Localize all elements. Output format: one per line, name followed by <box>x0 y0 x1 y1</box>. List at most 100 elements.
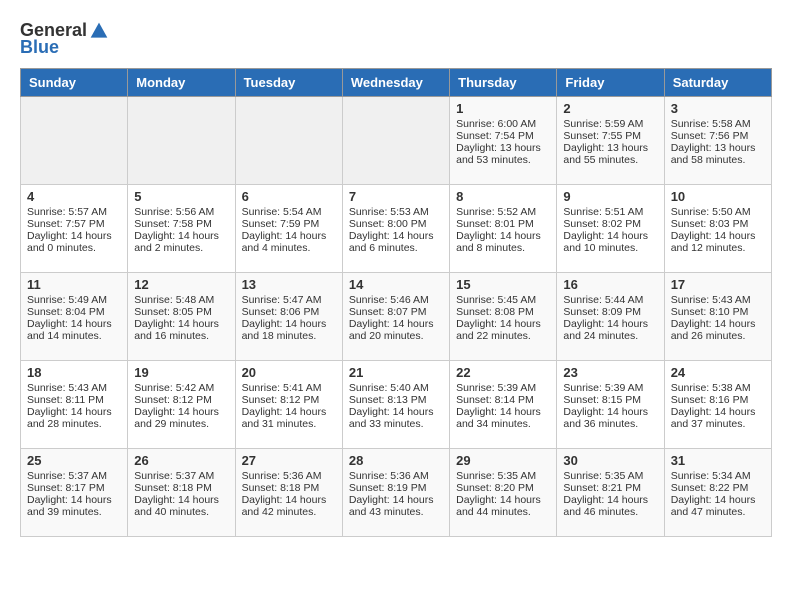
daylight-text: Daylight: 14 hours <box>671 406 765 418</box>
sunrise-text: Sunrise: 5:56 AM <box>134 206 228 218</box>
sunrise-text: Sunrise: 5:35 AM <box>456 470 550 482</box>
sunset-text: Sunset: 8:17 PM <box>27 482 121 494</box>
sunset-text: Sunset: 7:58 PM <box>134 218 228 230</box>
daylight-text: Daylight: 14 hours <box>134 494 228 506</box>
calendar-cell: 4Sunrise: 5:57 AMSunset: 7:57 PMDaylight… <box>21 185 128 273</box>
daylight-text: Daylight: 14 hours <box>671 318 765 330</box>
calendar-cell <box>21 97 128 185</box>
calendar-cell <box>128 97 235 185</box>
day-number: 5 <box>134 189 228 204</box>
sunset-text: Sunset: 7:55 PM <box>563 130 657 142</box>
daylight-text: Daylight: 13 hours <box>671 142 765 154</box>
calendar-cell: 25Sunrise: 5:37 AMSunset: 8:17 PMDayligh… <box>21 449 128 537</box>
sunset-text: Sunset: 8:13 PM <box>349 394 443 406</box>
sunrise-text: Sunrise: 5:39 AM <box>456 382 550 394</box>
calendar-cell: 28Sunrise: 5:36 AMSunset: 8:19 PMDayligh… <box>342 449 449 537</box>
calendar-cell: 26Sunrise: 5:37 AMSunset: 8:18 PMDayligh… <box>128 449 235 537</box>
daylight-minutes-text: and 55 minutes. <box>563 154 657 166</box>
sunrise-text: Sunrise: 5:49 AM <box>27 294 121 306</box>
calendar-cell: 6Sunrise: 5:54 AMSunset: 7:59 PMDaylight… <box>235 185 342 273</box>
week-row-4: 18Sunrise: 5:43 AMSunset: 8:11 PMDayligh… <box>21 361 772 449</box>
daylight-minutes-text: and 47 minutes. <box>671 506 765 518</box>
daylight-minutes-text: and 36 minutes. <box>563 418 657 430</box>
day-number: 1 <box>456 101 550 116</box>
sunrise-text: Sunrise: 6:00 AM <box>456 118 550 130</box>
daylight-minutes-text: and 44 minutes. <box>456 506 550 518</box>
sunset-text: Sunset: 8:19 PM <box>349 482 443 494</box>
sunset-text: Sunset: 8:04 PM <box>27 306 121 318</box>
sunrise-text: Sunrise: 5:40 AM <box>349 382 443 394</box>
sunset-text: Sunset: 7:56 PM <box>671 130 765 142</box>
daylight-minutes-text: and 8 minutes. <box>456 242 550 254</box>
calendar-cell: 17Sunrise: 5:43 AMSunset: 8:10 PMDayligh… <box>664 273 771 361</box>
daylight-text: Daylight: 14 hours <box>456 230 550 242</box>
daylight-minutes-text: and 58 minutes. <box>671 154 765 166</box>
sunrise-text: Sunrise: 5:52 AM <box>456 206 550 218</box>
sunset-text: Sunset: 8:16 PM <box>671 394 765 406</box>
daylight-minutes-text: and 43 minutes. <box>349 506 443 518</box>
calendar-body: 1Sunrise: 6:00 AMSunset: 7:54 PMDaylight… <box>21 97 772 537</box>
sunrise-text: Sunrise: 5:51 AM <box>563 206 657 218</box>
daylight-minutes-text: and 18 minutes. <box>242 330 336 342</box>
sunrise-text: Sunrise: 5:43 AM <box>671 294 765 306</box>
day-header-saturday: Saturday <box>664 69 771 97</box>
sunrise-text: Sunrise: 5:54 AM <box>242 206 336 218</box>
daylight-minutes-text: and 31 minutes. <box>242 418 336 430</box>
daylight-text: Daylight: 14 hours <box>349 318 443 330</box>
daylight-minutes-text: and 29 minutes. <box>134 418 228 430</box>
logo-blue-text: Blue <box>20 37 59 58</box>
sunset-text: Sunset: 7:57 PM <box>27 218 121 230</box>
daylight-text: Daylight: 14 hours <box>349 406 443 418</box>
daylight-minutes-text: and 53 minutes. <box>456 154 550 166</box>
calendar-cell: 18Sunrise: 5:43 AMSunset: 8:11 PMDayligh… <box>21 361 128 449</box>
day-number: 6 <box>242 189 336 204</box>
sunrise-text: Sunrise: 5:36 AM <box>242 470 336 482</box>
daylight-text: Daylight: 14 hours <box>27 230 121 242</box>
calendar-cell: 19Sunrise: 5:42 AMSunset: 8:12 PMDayligh… <box>128 361 235 449</box>
sunset-text: Sunset: 8:02 PM <box>563 218 657 230</box>
daylight-text: Daylight: 14 hours <box>27 494 121 506</box>
daylight-minutes-text: and 24 minutes. <box>563 330 657 342</box>
sunrise-text: Sunrise: 5:45 AM <box>456 294 550 306</box>
day-header-friday: Friday <box>557 69 664 97</box>
day-number: 21 <box>349 365 443 380</box>
calendar-cell: 21 Sunrise: 5:40 AMSunset: 8:13 PMDayligh… <box>342 361 449 449</box>
calendar-cell: 3Sunrise: 5:58 AMSunset: 7:56 PMDaylight… <box>664 97 771 185</box>
daylight-minutes-text: and 6 minutes. <box>349 242 443 254</box>
sunset-text: Sunset: 8:03 PM <box>671 218 765 230</box>
day-number: 8 <box>456 189 550 204</box>
daylight-minutes-text: and 37 minutes. <box>671 418 765 430</box>
daylight-minutes-text: and 40 minutes. <box>134 506 228 518</box>
sunrise-text: Sunrise: 5:43 AM <box>27 382 121 394</box>
daylight-text: Daylight: 14 hours <box>671 494 765 506</box>
day-header-monday: Monday <box>128 69 235 97</box>
sunset-text: Sunset: 8:07 PM <box>349 306 443 318</box>
day-number: 2 <box>563 101 657 116</box>
calendar-cell: 5Sunrise: 5:56 AMSunset: 7:58 PMDaylight… <box>128 185 235 273</box>
daylight-text: Daylight: 13 hours <box>456 142 550 154</box>
sunrise-text: Sunrise: 5:37 AM <box>27 470 121 482</box>
daylight-minutes-text: and 2 minutes. <box>134 242 228 254</box>
day-number: 19 <box>134 365 228 380</box>
daylight-text: Daylight: 14 hours <box>671 230 765 242</box>
sunset-text: Sunset: 8:10 PM <box>671 306 765 318</box>
sunrise-text: Sunrise: 5:39 AM <box>563 382 657 394</box>
daylight-minutes-text: and 4 minutes. <box>242 242 336 254</box>
calendar-cell: 10 Sunrise: 5:50 AMSunset: 8:03 PMDayligh… <box>664 185 771 273</box>
daylight-text: Daylight: 14 hours <box>242 494 336 506</box>
sunrise-text: Sunrise: 5:37 AM <box>134 470 228 482</box>
day-number: 4 <box>27 189 121 204</box>
sunset-text: Sunset: 8:18 PM <box>242 482 336 494</box>
day-number: 23 <box>563 365 657 380</box>
sunrise-text: Sunrise: 5:50 AM <box>671 206 765 218</box>
sunrise-text: Sunrise: 5:34 AM <box>671 470 765 482</box>
calendar-cell: 12Sunrise: 5:48 AMSunset: 8:05 PMDayligh… <box>128 273 235 361</box>
daylight-minutes-text: and 16 minutes. <box>134 330 228 342</box>
day-number: 12 <box>134 277 228 292</box>
day-number: 31 <box>671 453 765 468</box>
day-number: 10 <box>671 189 765 204</box>
calendar-cell <box>235 97 342 185</box>
day-number: 14 <box>349 277 443 292</box>
sunset-text: Sunset: 8:08 PM <box>456 306 550 318</box>
day-number: 16 <box>563 277 657 292</box>
